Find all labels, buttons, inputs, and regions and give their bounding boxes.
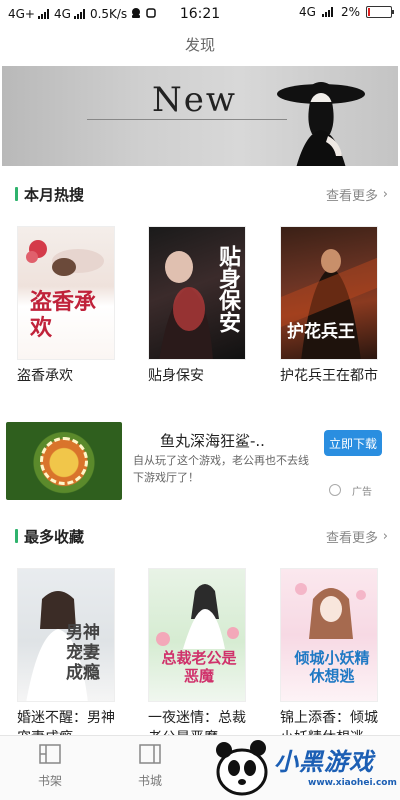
cover-title: 护花兵王 <box>287 322 355 342</box>
watermark-url: www.xiaohei.com <box>308 778 397 788</box>
section-title: 最多收藏 <box>24 527 85 546</box>
book-cover[interactable]: 男神宠妻成瘾 <box>17 568 115 702</box>
ad-title[interactable]: 鱼丸深海狂鲨-.. <box>160 430 265 451</box>
ad-description: 自从玩了这个游戏，老公再也不去线下游戏厅了！ <box>133 454 309 484</box>
book-cover[interactable]: 总裁老公是恶魔 <box>148 568 246 702</box>
battery-icon <box>366 6 394 18</box>
section-header-favorites: 最多收藏 查看更多 › <box>0 524 400 548</box>
network-type-right: 4G <box>299 5 316 19</box>
ad-badge: 广告 <box>352 487 372 498</box>
section-accent <box>15 529 18 543</box>
see-more-link[interactable]: 查看更多 <box>326 527 378 546</box>
tab-bookshelf[interactable]: 书架 <box>20 742 80 789</box>
site-watermark: 小黑游戏 www.xiaohei.com <box>212 732 400 800</box>
book-card[interactable]: 贴身保安 贴身保安 <box>148 226 258 386</box>
book-card[interactable]: 盗香承欢 盗香承欢 <box>17 226 127 386</box>
book-card[interactable]: 总裁老公是恶魔 一夜迷情：总裁老公是恶魔 <box>148 568 258 748</box>
book-card[interactable]: 护花兵王 护花兵王在都市 <box>280 226 390 386</box>
panda-logo-icon <box>216 740 268 796</box>
chevron-right-icon[interactable]: › <box>383 529 388 544</box>
banner-logo: New <box>152 80 237 120</box>
cover-title: 总裁老公是恶魔 <box>161 649 237 685</box>
chevron-right-icon[interactable]: › <box>383 187 388 202</box>
watermark-text: 小黑游戏 <box>274 748 374 776</box>
tab-label: 书架 <box>37 774 62 788</box>
book-cover[interactable]: 盗香承欢 <box>17 226 115 360</box>
banner-divider <box>87 119 287 120</box>
tab-bookstore[interactable]: 书城 <box>120 742 180 789</box>
book-title: 护花兵王在都市 <box>280 368 378 384</box>
cover-title: 贴身保安 <box>215 245 241 333</box>
bookshelf-icon <box>39 744 61 764</box>
section-title: 本月热搜 <box>24 185 85 204</box>
status-bar: 4G+ 4G 0.5K/s 16:21 4G 2% <box>0 0 400 28</box>
book-cover[interactable]: 倾城小妖精休想逃 <box>280 568 378 702</box>
book-card[interactable]: 男神宠妻成瘾 婚迷不醒：男神宠妻成瘾 <box>17 568 127 748</box>
book-card[interactable]: 倾城小妖精休想逃 锦上添香：倾城小妖精休想逃 <box>280 568 390 748</box>
ad-info-icon <box>329 484 341 496</box>
section-header-monthly: 本月热搜 查看更多 › <box>0 182 400 206</box>
see-more-link[interactable]: 查看更多 <box>326 185 378 204</box>
ad-game-thumbnail[interactable] <box>6 422 122 500</box>
battery-percent: 2% <box>340 5 360 19</box>
signal-icon-right <box>321 7 333 17</box>
promo-banner[interactable]: New <box>2 66 398 166</box>
bookstore-icon <box>139 744 161 764</box>
banner-woman-figure <box>277 82 365 166</box>
book-cover[interactable]: 护花兵王 <box>280 226 378 360</box>
sponsored-ad[interactable]: 鱼丸深海狂鲨-.. 自从玩了这个游戏，老公再也不去线下游戏厅了！ 立即下载 广告 <box>0 418 400 504</box>
page-title: 发现 <box>184 36 215 54</box>
tab-label: 书城 <box>137 774 162 788</box>
cover-title: 盗香承欢 <box>30 289 97 341</box>
book-cover[interactable]: 贴身保安 <box>148 226 246 360</box>
cover-title: 男神宠妻成瘾 <box>66 623 100 683</box>
download-button[interactable]: 立即下载 <box>324 430 382 456</box>
cover-title: 倾城小妖精休想逃 <box>294 649 370 685</box>
book-title: 贴身保安 <box>148 368 204 384</box>
book-title: 盗香承欢 <box>17 368 73 384</box>
section-accent <box>15 187 18 201</box>
